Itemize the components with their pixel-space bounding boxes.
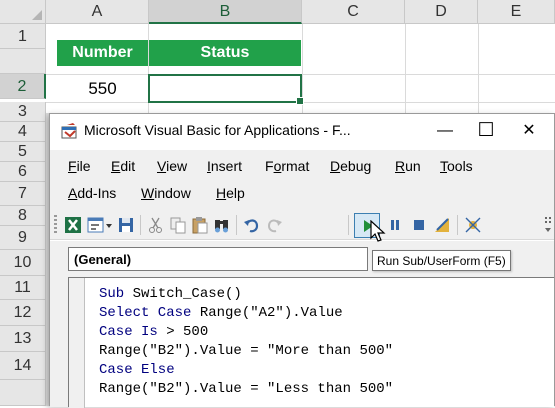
row-header-12[interactable]: 12 xyxy=(0,300,46,326)
menu-file-accel: F xyxy=(68,158,77,174)
code-line-2[interactable]: Select Case Range("A2").Value xyxy=(99,305,343,321)
code-line-1[interactable]: Sub Switch_Case() xyxy=(99,286,242,302)
menu-window[interactable]: Window xyxy=(141,185,191,201)
menu-edit[interactable]: Edit xyxy=(111,158,135,174)
excel-view-icon[interactable] xyxy=(64,216,82,234)
cell-b2-selected[interactable] xyxy=(148,74,304,105)
column-header-e[interactable]: E xyxy=(478,0,555,24)
toolbar-separator xyxy=(236,215,237,235)
toolbar-options-icon[interactable] xyxy=(544,216,552,236)
row-header-6[interactable]: 6 xyxy=(0,162,46,182)
break-icon[interactable] xyxy=(386,216,404,234)
copy-icon[interactable] xyxy=(169,216,187,234)
row-header-14[interactable]: 14 xyxy=(0,352,46,380)
menu-file-label: ile xyxy=(76,158,91,174)
menu-edit-accel: E xyxy=(111,158,121,174)
menu-tools-label: ools xyxy=(447,158,473,174)
maximize-button[interactable]: ☐ xyxy=(464,116,508,146)
cell-a2[interactable]: 550 xyxy=(57,76,148,102)
code-line-6[interactable]: Range("B2").Value = "Less than 500" xyxy=(99,381,393,397)
row-header-4[interactable]: 4 xyxy=(0,122,46,142)
menu-edit-label: dit xyxy=(120,158,136,174)
row-header-9[interactable]: 9 xyxy=(0,226,46,250)
menu-format-label: Format xyxy=(265,158,310,174)
code-gutter[interactable] xyxy=(69,278,85,408)
menu-debug-accel: D xyxy=(330,158,341,174)
object-dropdown[interactable]: (General) xyxy=(68,247,368,271)
vba-app-icon xyxy=(61,123,77,139)
menu-view-label: iew xyxy=(166,158,188,174)
row-header-10[interactable]: 10 xyxy=(0,250,46,276)
select-all-corner[interactable] xyxy=(0,0,46,24)
column-header-c[interactable]: C xyxy=(302,0,405,24)
row-header-13[interactable]: 13 xyxy=(0,326,46,352)
menu-help[interactable]: Help xyxy=(216,185,245,201)
row-header-8[interactable]: 8 xyxy=(0,206,46,226)
redo-icon[interactable] xyxy=(265,216,283,234)
menu-tools-accel: T xyxy=(440,158,447,174)
menu-insert-label: nsert xyxy=(210,158,243,174)
chevron-down-icon[interactable] xyxy=(105,216,113,234)
close-button[interactable]: ✕ xyxy=(507,116,551,146)
menu-run[interactable]: Run xyxy=(395,158,421,174)
menu-tools[interactable]: Tools xyxy=(440,158,473,174)
design-mode-icon[interactable] xyxy=(433,216,451,234)
toolbar-grip[interactable] xyxy=(54,215,57,235)
vba-titlebar[interactable]: Microsoft Visual Basic for Applications … xyxy=(50,114,554,148)
run-tooltip: Run Sub/UserForm (F5) xyxy=(372,250,511,271)
menu-debug-label: ebug xyxy=(340,158,372,174)
menu-add-ins-accel: A xyxy=(68,185,78,201)
project-explorer-icon[interactable] xyxy=(464,216,482,234)
menu-debug[interactable]: Debug xyxy=(330,158,371,174)
vba-window-title: Microsoft Visual Basic for Applications … xyxy=(84,122,351,138)
paste-icon[interactable] xyxy=(191,216,209,234)
row-header-1[interactable]: 1 xyxy=(0,24,46,49)
toolbar-separator xyxy=(348,215,349,235)
cell-b1-status-header[interactable]: Status xyxy=(149,40,301,66)
menu-add-ins[interactable]: Add-Ins xyxy=(68,185,116,201)
vba-toolbar xyxy=(50,210,554,240)
menu-view-accel: V xyxy=(157,158,167,174)
column-header-a[interactable]: A xyxy=(46,0,149,24)
column-header-b[interactable]: B xyxy=(149,0,302,24)
row-header-3[interactable]: 3 xyxy=(0,102,46,122)
code-line-5[interactable]: Case Else xyxy=(99,362,175,378)
cell-a1-number-header[interactable]: Number xyxy=(57,40,148,66)
code-line-3[interactable]: Case Is > 500 xyxy=(99,324,208,340)
row-header-7[interactable]: 7 xyxy=(0,182,46,206)
menu-help-label: elp xyxy=(226,185,245,201)
code-line-4[interactable]: Range("B2").Value = "More than 500" xyxy=(99,343,393,359)
menu-window-accel: W xyxy=(141,185,155,201)
row-header-1b xyxy=(0,49,46,74)
undo-icon[interactable] xyxy=(243,216,261,234)
find-icon[interactable] xyxy=(213,216,231,234)
menu-run-accel: R xyxy=(395,158,406,174)
code-editor[interactable]: Sub Switch_Case() Select Case Range("A2"… xyxy=(68,277,554,408)
menu-format[interactable]: Format xyxy=(265,158,309,174)
menu-run-label: un xyxy=(405,158,421,174)
row-header-11[interactable]: 11 xyxy=(0,276,46,300)
row-header-5[interactable]: 5 xyxy=(0,142,46,162)
column-header-d[interactable]: D xyxy=(405,0,478,24)
cut-icon[interactable] xyxy=(147,216,165,234)
row-header-2[interactable]: 2 xyxy=(0,74,46,99)
menu-window-label: indow xyxy=(154,185,191,201)
toolbar-separator xyxy=(140,215,141,235)
row-header-15 xyxy=(0,380,46,406)
reset-icon[interactable] xyxy=(410,216,428,234)
menu-insert[interactable]: Insert xyxy=(207,158,242,174)
insert-form-icon[interactable] xyxy=(87,216,105,234)
toolbar-separator xyxy=(457,215,458,235)
save-icon[interactable] xyxy=(117,216,135,234)
minimize-button[interactable]: — xyxy=(423,116,467,146)
menu-help-accel: H xyxy=(216,185,227,201)
menu-file[interactable]: File xyxy=(68,158,91,174)
vba-menubar: File Edit View Insert Format Debug Run T… xyxy=(50,150,554,210)
mouse-cursor-icon xyxy=(370,220,386,242)
menu-view[interactable]: View xyxy=(157,158,187,174)
menu-add-ins-label: dd-Ins xyxy=(77,185,117,201)
